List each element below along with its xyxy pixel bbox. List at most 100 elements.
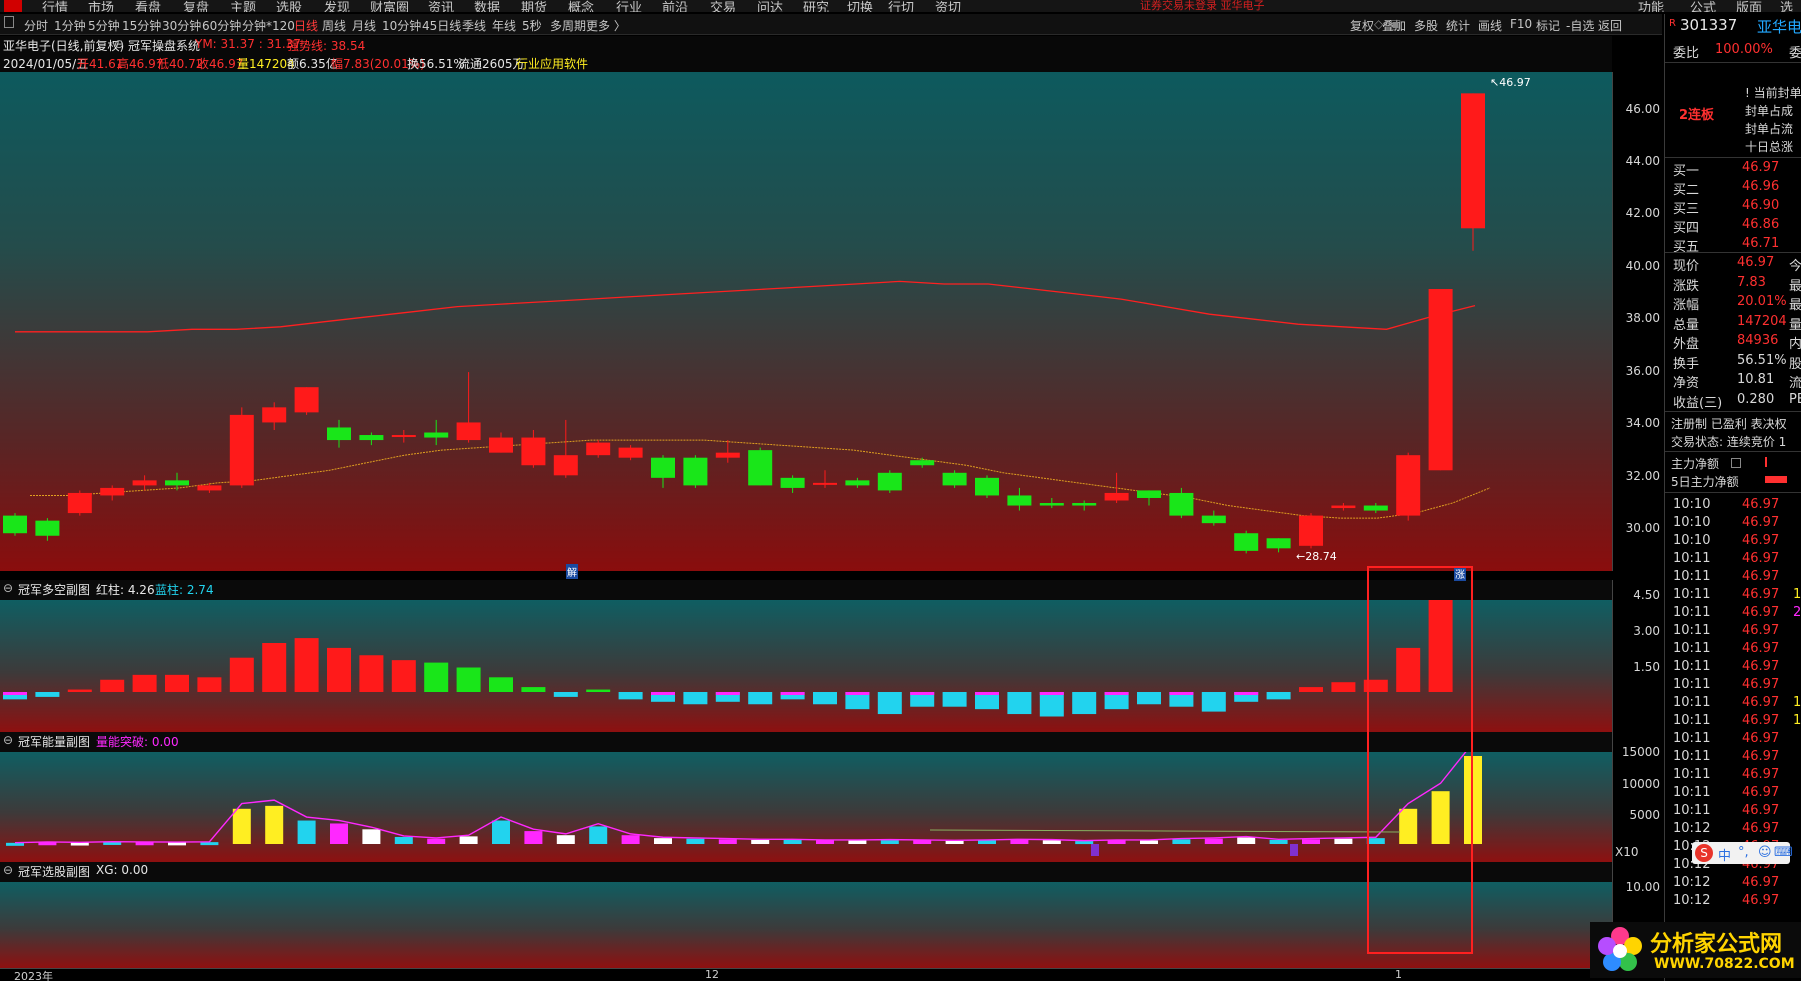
period-5[interactable]: 60分钟 [202,17,241,34]
period-3[interactable]: 15分钟 [122,17,161,34]
period-4[interactable]: 30分钟 [162,17,201,34]
tool-3[interactable]: 统计 [1446,17,1470,34]
candle-body [67,492,92,514]
menu-item[interactable]: 前沿 [662,0,688,12]
multi-short-bar [456,667,481,692]
multi-short-bar [35,692,60,697]
main-net5-label: 5日主力净额 [1671,475,1739,489]
candle-body [1137,490,1161,498]
ime-toolbar[interactable]: S 中 °, ☺ ⌨ [1692,842,1793,864]
multi-short-bar [877,692,902,715]
collapse-icon[interactable]: ⊖ [3,733,13,747]
tool-5[interactable]: F10 [1510,17,1532,31]
menu-item[interactable]: 看盘 [135,0,161,12]
quote-extra: 量 [1789,317,1801,333]
menu-item[interactable]: 切换 [847,0,873,12]
axis-tick: 38.00 [1625,311,1660,325]
period-14[interactable]: 5秒 [522,17,542,34]
diamond-icon[interactable]: ◇ [1374,17,1383,31]
period-16[interactable]: 更多 〉 [586,17,626,34]
menu-right-item[interactable]: 功能 [1638,0,1664,12]
seal-note: 封单占成 [1745,104,1794,118]
menu-item[interactable]: 资切 [935,0,961,12]
menu-item[interactable]: 市场 [88,0,114,12]
tick-price: 46.97 [1742,785,1780,800]
menu-item[interactable]: 行业 [616,0,642,12]
tool-8[interactable]: 返回 [1598,17,1622,34]
period-12[interactable]: 季线 [462,17,486,34]
menu-item[interactable]: 问达 [757,0,783,12]
menu-item[interactable]: 财富圈 [370,0,409,12]
period-9[interactable]: 月线 [352,17,376,34]
tick-price: 46.97 [1742,803,1780,818]
tick-price: 46.97 [1742,569,1780,584]
period-13[interactable]: 年线 [492,17,516,34]
emoji-icon[interactable]: ☺ [1758,845,1772,860]
menu-item[interactable]: 行切 [888,0,914,12]
menu-item[interactable]: 资讯 [428,0,454,12]
tool-6[interactable]: 标记 [1536,17,1560,34]
multi-short-bar [1137,692,1161,705]
energy-bar [6,842,24,846]
quote-extra: PE [1789,391,1801,407]
menu-right-item[interactable]: 公式 [1690,0,1716,12]
period-11[interactable]: 45日线 [422,17,461,34]
ime-mode[interactable]: 中 [1718,845,1731,864]
punctuation-icon[interactable]: °, [1738,845,1749,860]
period-6[interactable]: 分钟*120 [242,17,295,34]
main-chart-panel[interactable]: ↖46.97 ←28.74 解 [0,72,1612,579]
candlestick-chart[interactable] [0,72,1612,571]
tool-4[interactable]: 画线 [1478,17,1502,34]
menu-item[interactable]: 主题 [230,0,256,12]
period-1[interactable]: 1分钟 [54,17,86,34]
multi-short-bar [618,692,643,700]
menu-right-item[interactable]: 版面 [1736,0,1762,12]
panel-toggle-icon[interactable] [4,16,14,28]
collapse-icon[interactable]: ⊖ [3,863,13,877]
candle-body [651,457,675,478]
quote-label: 收益(三) [1673,395,1723,411]
multi-short-bar [424,662,449,692]
energy-bar [1010,839,1029,844]
keyboard-icon[interactable]: ⌨ [1774,845,1793,860]
menu-item[interactable]: 交易 [710,0,736,12]
window-icon[interactable]: ▣ [1390,17,1401,31]
collapse-icon[interactable]: ⊖ [114,37,124,51]
tool-0[interactable]: 复权 [1350,17,1374,34]
period-7[interactable]: 日线 [294,17,318,34]
energy-bar [492,820,510,844]
candle-body [1461,93,1485,229]
tool-2[interactable]: 多股 [1414,17,1438,34]
menu-item[interactable]: 概念 [568,0,594,12]
main-net-toggle-icon[interactable] [1731,458,1741,468]
quote-extra: 最 [1789,278,1801,294]
price-axis: 46.00 44.00 42.00 40.00 38.00 36.00 34.00 32.00… [1612,72,1664,571]
multi-short-bar [132,674,157,692]
period-0[interactable]: 分时 [24,17,48,34]
collapse-icon[interactable]: ⊖ [3,581,13,595]
energy-bar [589,826,608,844]
axis-tick: 34.00 [1625,416,1660,430]
menu-item[interactable]: 选股 [276,0,302,12]
bar-industry: 行业应用软件 [516,57,589,71]
menu-item[interactable]: 研究 [803,0,829,12]
period-8[interactable]: 周线 [322,17,346,34]
tool-7[interactable]: -自选 [1566,17,1594,34]
quote-label: 总量 [1673,317,1700,333]
stock-title: 亚华电子(日线,前复权) [3,39,125,53]
menu-item[interactable]: 发现 [324,0,350,12]
multi-short-bar [683,692,708,705]
tick-price: 46.97 [1742,749,1780,764]
period-15[interactable]: 多周期 [550,17,586,34]
menu-item[interactable]: 复盘 [183,0,209,12]
bar-turnover: 换56.51% [407,57,465,71]
menu-right-item[interactable]: 选项 [1780,0,1801,12]
period-10[interactable]: 10分钟 [382,17,421,34]
menu-item[interactable]: 数据 [474,0,500,12]
tick-price: 46.97 [1742,641,1780,656]
period-2[interactable]: 5分钟 [88,17,120,34]
menu-item[interactable]: 行情 [42,0,68,12]
menu-item[interactable]: 期货 [521,0,547,12]
quote-value: 56.51% [1737,352,1787,368]
tick-price: 46.97 [1742,659,1780,674]
